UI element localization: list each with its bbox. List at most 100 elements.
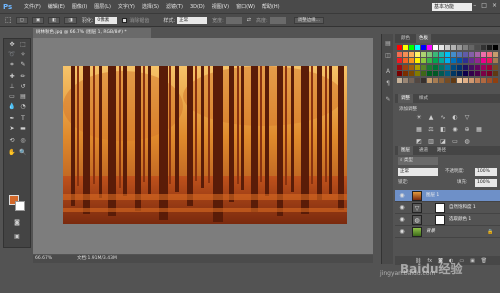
color-swatch[interactable] bbox=[409, 71, 414, 76]
color-swatch[interactable] bbox=[433, 71, 438, 76]
swatch-grid[interactable] bbox=[397, 45, 498, 87]
feather-input[interactable]: 0像素 bbox=[95, 16, 118, 24]
color-swatch[interactable] bbox=[409, 58, 414, 63]
color-swatch[interactable] bbox=[427, 51, 432, 57]
color-swatch[interactable] bbox=[463, 45, 468, 50]
color-swatch[interactable] bbox=[397, 51, 402, 57]
tab-channels[interactable]: 通道 bbox=[416, 146, 431, 155]
trash-icon[interactable]: 🗑 bbox=[481, 258, 487, 264]
antialias-checkbox[interactable] bbox=[122, 17, 128, 23]
color-swatch[interactable] bbox=[421, 64, 426, 70]
color-swatch[interactable] bbox=[409, 77, 414, 83]
color-swatch[interactable] bbox=[427, 77, 432, 83]
dodge-tool-icon[interactable]: ◔ bbox=[18, 103, 28, 111]
document-tab[interactable]: 树林秋色.jpg @ 66.7% (图层 1, RGB/8#) * bbox=[33, 28, 151, 38]
color-swatch[interactable] bbox=[487, 58, 492, 63]
color-swatch[interactable] bbox=[403, 77, 408, 83]
tab-styles[interactable]: 样式 bbox=[416, 94, 431, 103]
color-swatch[interactable] bbox=[493, 64, 498, 70]
color-swatch[interactable] bbox=[409, 45, 414, 50]
marquee-tool-icon[interactable]: ⬚ bbox=[18, 41, 28, 49]
levels-icon[interactable]: ▲ bbox=[427, 114, 435, 121]
subtract-selection-icon[interactable]: ◧ bbox=[48, 16, 61, 24]
type-tool-icon[interactable]: T bbox=[18, 115, 28, 123]
magic-wand-icon[interactable]: ✧ bbox=[18, 51, 28, 59]
lasso-tool-icon[interactable]: ➰ bbox=[7, 51, 17, 59]
brush-preset-icon[interactable]: ✎ bbox=[384, 96, 392, 104]
fill-input[interactable]: 100% bbox=[475, 179, 497, 187]
color-swatch[interactable] bbox=[403, 51, 408, 57]
visibility-eye-icon[interactable]: ◉ bbox=[398, 204, 406, 212]
curves-icon[interactable]: ∿ bbox=[439, 114, 447, 121]
blur-tool-icon[interactable]: 💧 bbox=[7, 103, 17, 111]
paragraph-icon[interactable]: ¶ bbox=[384, 80, 392, 88]
color-swatch[interactable] bbox=[433, 64, 438, 70]
width-input[interactable] bbox=[225, 16, 242, 24]
refine-edge-button[interactable]: 调整边缘... bbox=[293, 16, 324, 24]
layer-row[interactable]: ◉ ◍ 选取颜色 1 bbox=[395, 214, 500, 226]
color-swatch[interactable] bbox=[415, 58, 420, 63]
color-swatch[interactable] bbox=[409, 51, 414, 57]
color-swatch[interactable] bbox=[481, 64, 486, 70]
height-input[interactable] bbox=[269, 16, 286, 24]
color-swatch[interactable] bbox=[457, 71, 462, 76]
menu-layer[interactable]: 图层(L) bbox=[94, 3, 111, 10]
color-swatch[interactable] bbox=[445, 77, 450, 83]
color-swatch[interactable] bbox=[433, 58, 438, 63]
color-swatch[interactable] bbox=[451, 77, 456, 83]
color-swatch[interactable] bbox=[415, 45, 420, 50]
background-color-swatch[interactable] bbox=[15, 201, 25, 211]
color-swatch[interactable] bbox=[457, 51, 462, 57]
color-swatch[interactable] bbox=[463, 71, 468, 76]
color-swatch[interactable] bbox=[397, 45, 402, 50]
close-icon[interactable]: × bbox=[492, 2, 497, 9]
bw-icon[interactable]: ◧ bbox=[439, 126, 447, 133]
intersect-selection-icon[interactable]: ◨ bbox=[64, 16, 77, 24]
tab-color[interactable]: 颜色 bbox=[398, 34, 413, 43]
color-swatch[interactable] bbox=[421, 58, 426, 63]
color-swatch[interactable] bbox=[481, 71, 486, 76]
healing-brush-icon[interactable]: ✚ bbox=[7, 73, 17, 81]
menu-3d[interactable]: 3D(D) bbox=[190, 4, 205, 10]
color-swatch[interactable] bbox=[451, 58, 456, 63]
menu-window[interactable]: 窗口(W) bbox=[236, 3, 255, 10]
color-swatch[interactable] bbox=[493, 77, 498, 83]
color-swatch[interactable] bbox=[481, 51, 486, 57]
color-swatch[interactable] bbox=[445, 51, 450, 57]
pen-tool-icon[interactable]: ✒ bbox=[7, 115, 17, 123]
color-swatch[interactable] bbox=[427, 71, 432, 76]
gradient-map-icon[interactable]: ▭ bbox=[451, 138, 459, 145]
color-swatch[interactable] bbox=[421, 51, 426, 57]
document-info[interactable]: 文档:1.91M/3.43M bbox=[77, 255, 117, 263]
color-swatch[interactable] bbox=[481, 77, 486, 83]
color-swatch[interactable] bbox=[469, 71, 474, 76]
history-brush-icon[interactable]: ↺ bbox=[18, 83, 28, 91]
tab-paths[interactable]: 路径 bbox=[434, 146, 449, 155]
color-swatch[interactable] bbox=[451, 71, 456, 76]
color-swatch[interactable] bbox=[469, 64, 474, 70]
screen-mode-icon[interactable]: ▣ bbox=[12, 233, 22, 241]
invert-icon[interactable]: ◩ bbox=[415, 138, 423, 145]
color-swatch[interactable] bbox=[445, 45, 450, 50]
visibility-eye-icon[interactable]: ◉ bbox=[398, 192, 406, 200]
color-swatch[interactable] bbox=[451, 51, 456, 57]
layer-row[interactable]: ◉ ▽ 自然饱和度 1 bbox=[395, 202, 500, 214]
color-swatch[interactable] bbox=[397, 64, 402, 70]
color-swatch[interactable] bbox=[445, 71, 450, 76]
color-swatch[interactable] bbox=[487, 71, 492, 76]
color-swatch[interactable] bbox=[397, 77, 402, 83]
style-select[interactable]: 正常 bbox=[177, 16, 208, 24]
color-swatch[interactable] bbox=[397, 71, 402, 76]
color-swatch[interactable] bbox=[457, 64, 462, 70]
color-swatch[interactable] bbox=[403, 71, 408, 76]
color-swatch[interactable] bbox=[463, 58, 468, 63]
photo-filter-icon[interactable]: ◉ bbox=[451, 126, 459, 133]
brush-tool-icon[interactable]: ✏ bbox=[18, 73, 28, 81]
color-swatch[interactable] bbox=[409, 64, 414, 70]
color-swatch[interactable] bbox=[403, 45, 408, 50]
maximize-icon[interactable]: □ bbox=[481, 2, 487, 9]
color-swatch[interactable] bbox=[433, 77, 438, 83]
gradient-icon[interactable]: ▤ bbox=[18, 93, 28, 101]
color-swatch[interactable] bbox=[487, 77, 492, 83]
color-swatch[interactable] bbox=[469, 51, 474, 57]
